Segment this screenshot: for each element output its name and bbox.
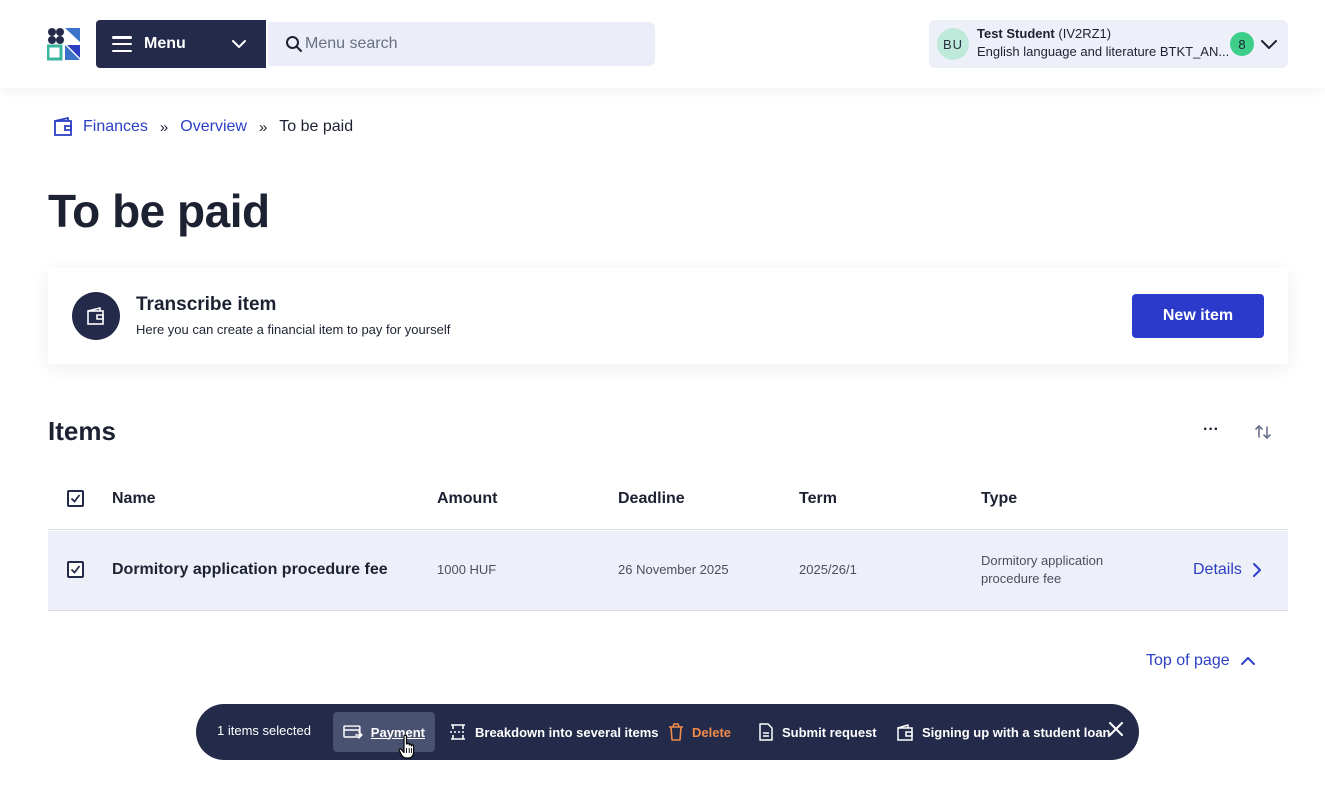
checkmark-icon bbox=[70, 494, 81, 503]
menu-search-input[interactable] bbox=[305, 35, 635, 53]
transcribe-icon-circle bbox=[72, 292, 120, 340]
delete-button[interactable]: Delete bbox=[658, 712, 741, 752]
new-item-button[interactable]: New item bbox=[1132, 294, 1264, 338]
user-program: English language and literature BTKT_AN.… bbox=[977, 44, 1230, 59]
delete-label: Delete bbox=[692, 724, 732, 740]
column-header-type[interactable]: Type bbox=[981, 490, 1017, 508]
submit-request-button[interactable]: Submit request bbox=[748, 712, 887, 752]
card-payment-icon bbox=[343, 725, 363, 739]
close-icon[interactable] bbox=[1109, 722, 1123, 736]
column-header-term[interactable]: Term bbox=[799, 490, 837, 508]
select-all-checkbox[interactable] bbox=[67, 490, 84, 507]
user-name: Test Student bbox=[977, 26, 1055, 41]
checkmark-icon bbox=[70, 565, 81, 574]
column-header-deadline[interactable]: Deadline bbox=[618, 490, 685, 508]
items-heading: Items bbox=[48, 416, 116, 446]
menu-search bbox=[268, 22, 655, 66]
payment-button[interactable]: Payment bbox=[333, 712, 435, 752]
breakdown-label: Breakdown into several items bbox=[475, 724, 659, 740]
item-deadline: 26 November 2025 bbox=[618, 562, 729, 577]
chevron-right-icon bbox=[1252, 563, 1261, 577]
item-name: Dormitory application procedure fee bbox=[112, 561, 388, 578]
search-icon bbox=[286, 36, 302, 52]
breadcrumb-separator: » bbox=[258, 118, 268, 136]
bulk-action-bar: 1 items selected Payment Breakdown into … bbox=[196, 704, 1139, 760]
user-code: (IV2RZ1) bbox=[1058, 26, 1112, 41]
details-label: Details bbox=[1193, 561, 1242, 578]
row-checkbox[interactable] bbox=[67, 561, 84, 578]
document-icon bbox=[759, 723, 773, 741]
trash-icon bbox=[669, 723, 683, 741]
breadcrumb-current: To be paid bbox=[279, 118, 354, 135]
chevron-down-icon bbox=[1261, 40, 1277, 49]
wallet-icon bbox=[897, 724, 913, 741]
column-header-name[interactable]: Name bbox=[112, 490, 156, 508]
transcribe-description: Here you can create a financial item to … bbox=[136, 322, 451, 337]
menu-button-label: Menu bbox=[144, 35, 186, 52]
user-profile-switcher[interactable]: BU Test Student (IV2RZ1) English languag… bbox=[929, 20, 1288, 68]
selected-count: 1 items selected bbox=[217, 723, 311, 738]
user-name-line: Test Student (IV2RZ1) bbox=[977, 26, 1111, 41]
notification-badge[interactable]: 8 bbox=[1230, 32, 1254, 56]
breadcrumb-overview[interactable]: Overview bbox=[180, 118, 247, 136]
column-header-amount[interactable]: Amount bbox=[437, 490, 497, 508]
student-loan-label: Signing up with a student loan bbox=[922, 724, 1111, 740]
more-options-button[interactable]: ··· bbox=[1198, 420, 1224, 444]
chevron-down-icon bbox=[232, 40, 246, 48]
page-title: To be paid bbox=[48, 185, 270, 237]
submit-request-label: Submit request bbox=[782, 724, 877, 740]
item-term: 2025/26/1 bbox=[799, 562, 857, 577]
menu-button[interactable]: Menu bbox=[96, 20, 266, 68]
item-type-line-1: Dormitory application bbox=[981, 553, 1104, 568]
top-header: Menu BU Test Student (IV2RZ1) English la… bbox=[0, 0, 1325, 88]
split-icon bbox=[450, 724, 466, 740]
breadcrumb-finances[interactable]: Finances bbox=[83, 118, 148, 136]
table-row[interactable]: Dormitory application procedure fee 1000… bbox=[48, 531, 1288, 611]
chevron-up-icon bbox=[1240, 657, 1255, 665]
transcribe-item-card: Transcribe item Here you can create a fi… bbox=[48, 268, 1288, 364]
details-link[interactable]: Details bbox=[1193, 561, 1262, 579]
avatar: BU bbox=[937, 28, 969, 60]
breakdown-button[interactable]: Breakdown into several items bbox=[439, 712, 669, 752]
breadcrumb: Finances » Overview » To be paid bbox=[52, 116, 353, 138]
hamburger-icon bbox=[112, 36, 132, 52]
sort-icon[interactable] bbox=[1253, 422, 1273, 442]
breadcrumb-separator: » bbox=[159, 118, 169, 136]
transcribe-title: Transcribe item bbox=[136, 294, 277, 315]
item-type-line-2: procedure fee bbox=[981, 571, 1062, 586]
app-logo[interactable] bbox=[47, 27, 81, 61]
hand-pointer-cursor-icon bbox=[398, 734, 415, 759]
table-header: Name Amount Deadline Term Type bbox=[48, 478, 1288, 530]
item-amount: 1000 HUF bbox=[437, 562, 497, 577]
wallet-icon bbox=[54, 117, 72, 136]
top-of-page-label: Top of page bbox=[1146, 652, 1230, 669]
student-loan-button[interactable]: Signing up with a student loan bbox=[886, 712, 1121, 752]
wallet-icon bbox=[87, 307, 104, 325]
top-of-page-link[interactable]: Top of page bbox=[1146, 652, 1256, 670]
